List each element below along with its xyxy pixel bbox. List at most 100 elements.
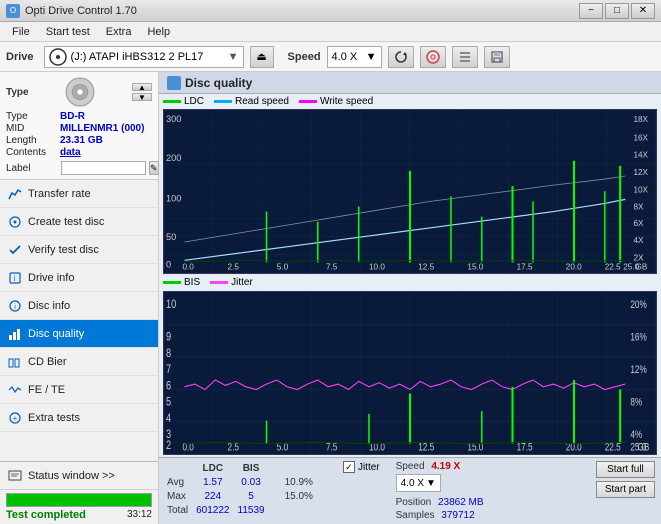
sidebar-item-cd-bier[interactable]: CD Bier xyxy=(0,348,158,376)
refresh-button[interactable] xyxy=(388,46,414,68)
max-label: Max xyxy=(167,491,194,503)
svg-text:6X: 6X xyxy=(633,219,644,228)
menu-extra[interactable]: Extra xyxy=(98,24,140,40)
ldc-legend-color xyxy=(163,100,181,103)
start-part-button[interactable]: Start part xyxy=(596,481,655,498)
speed-section: Speed 4.19 X 4.0 X ▼ Position 23862 MB S… xyxy=(396,461,484,521)
svg-text:12.5: 12.5 xyxy=(418,262,434,271)
label-edit-button[interactable]: ✎ xyxy=(149,161,159,175)
svg-text:10X: 10X xyxy=(633,185,648,194)
nav-label-cd-bier: CD Bier xyxy=(28,356,67,368)
refresh-icon xyxy=(394,50,408,64)
svg-text:200: 200 xyxy=(166,153,181,163)
status-window-label: Status window >> xyxy=(28,470,115,482)
svg-text:17.5: 17.5 xyxy=(517,262,533,271)
drive-icon xyxy=(49,48,67,66)
nav-label-verify-test-disc: Verify test disc xyxy=(28,244,99,256)
drive-selector[interactable]: (J:) ATAPI iHBS312 2 PL17 ▼ xyxy=(44,46,244,68)
close-button[interactable]: ✕ xyxy=(631,3,655,19)
svg-text:8: 8 xyxy=(166,346,171,360)
menu-start-test[interactable]: Start test xyxy=(38,24,98,40)
disc-panel-down[interactable]: ▼ xyxy=(132,93,152,101)
disc-icon2 xyxy=(426,50,440,64)
total-bis: 11539 xyxy=(238,505,271,517)
contents-value[interactable]: data xyxy=(60,147,81,158)
svg-text:4%: 4% xyxy=(630,429,642,441)
create-test-disc-icon xyxy=(8,215,22,229)
settings-button[interactable] xyxy=(452,46,478,68)
disc-button[interactable] xyxy=(420,46,446,68)
nav-label-transfer-rate: Transfer rate xyxy=(28,188,91,200)
status-window-button[interactable]: Status window >> xyxy=(0,462,158,490)
sidebar-item-drive-info[interactable]: i Drive info xyxy=(0,264,158,292)
jitter-label: Jitter xyxy=(358,462,380,473)
speed-dropdown-arrow: ▼ xyxy=(366,51,377,63)
svg-text:18X: 18X xyxy=(633,115,648,124)
svg-text:8%: 8% xyxy=(630,396,642,408)
disc-panel: Type ▲ ▼ Type BD-R MID MILLENM xyxy=(0,72,158,180)
max-jitter-val: 15.0% xyxy=(285,491,319,503)
max-ldc: 224 xyxy=(196,491,235,503)
stats-area: LDC BIS Avg 1.57 0.03 10.9% Max 224 5 xyxy=(159,457,661,524)
extra-tests-icon: + xyxy=(8,411,22,425)
stats-table: LDC BIS Avg 1.57 0.03 10.9% Max 224 5 xyxy=(165,461,329,519)
svg-text:20%: 20% xyxy=(630,299,647,311)
save-icon xyxy=(490,50,504,64)
svg-text:7.5: 7.5 xyxy=(326,262,338,271)
disc-quality-header-icon xyxy=(167,76,181,90)
speed-val: 4.19 X xyxy=(431,461,460,472)
sidebar-item-verify-test-disc[interactable]: Verify test disc xyxy=(0,236,158,264)
speed-col-label: Speed xyxy=(396,461,425,472)
total-ldc: 601222 xyxy=(196,505,235,517)
sidebar-item-extra-tests[interactable]: + Extra tests xyxy=(0,404,158,432)
length-label: Length xyxy=(6,135,58,146)
write-speed-legend-label: Write speed xyxy=(320,96,373,107)
svg-text:10: 10 xyxy=(166,298,176,312)
disc-section-title: Type xyxy=(6,87,29,98)
svg-text:5: 5 xyxy=(166,395,171,409)
length-value: 23.31 GB xyxy=(60,135,103,146)
menu-help[interactable]: Help xyxy=(139,24,178,40)
jitter-checkbox[interactable]: ✓ xyxy=(343,461,355,473)
sidebar-item-create-test-disc[interactable]: Create test disc xyxy=(0,208,158,236)
label-input[interactable] xyxy=(61,161,146,175)
nav-section: Transfer rate Create test disc Verify te… xyxy=(0,180,158,461)
eject-button[interactable]: ⏏ xyxy=(250,46,274,68)
settings-icon xyxy=(458,50,472,64)
sidebar-item-transfer-rate[interactable]: Transfer rate xyxy=(0,180,158,208)
fe-te-icon xyxy=(8,383,22,397)
menu-file[interactable]: File xyxy=(4,24,38,40)
save-button[interactable] xyxy=(484,46,510,68)
jitter-legend-color xyxy=(210,281,228,284)
disc-quality-header: Disc quality xyxy=(159,72,661,94)
position-label: Position xyxy=(396,497,432,508)
sidebar-item-disc-info[interactable]: i Disc info xyxy=(0,292,158,320)
svg-text:GB: GB xyxy=(638,441,650,453)
svg-text:+: + xyxy=(13,414,18,423)
start-full-button[interactable]: Start full xyxy=(596,461,655,478)
nav-label-disc-info: Disc info xyxy=(28,300,70,312)
svg-text:12%: 12% xyxy=(630,364,647,376)
sidebar-item-fe-te[interactable]: FE / TE xyxy=(0,376,158,404)
svg-text:16%: 16% xyxy=(630,331,647,343)
type-label: Type xyxy=(6,111,58,122)
svg-text:14X: 14X xyxy=(633,151,648,160)
disc-panel-up[interactable]: ▲ xyxy=(132,83,152,91)
maximize-button[interactable]: □ xyxy=(605,3,629,19)
progress-bar-inner xyxy=(7,494,151,506)
samples-val: 379712 xyxy=(441,510,474,521)
svg-text:6: 6 xyxy=(166,379,171,393)
speed-selector[interactable]: 4.0 X ▼ xyxy=(327,46,382,68)
speed-select-display[interactable]: 4.0 X ▼ xyxy=(396,474,441,492)
mid-value: MILLENMR1 (000) xyxy=(60,123,144,134)
sidebar-item-disc-quality[interactable]: Disc quality xyxy=(0,320,158,348)
top-chart: 300 200 100 50 0 18X 16X 14X 12X 10X 8X … xyxy=(163,109,657,274)
minimize-button[interactable]: − xyxy=(579,3,603,19)
nav-label-create-test-disc: Create test disc xyxy=(28,216,104,228)
avg-bis: 0.03 xyxy=(238,477,271,489)
nav-label-drive-info: Drive info xyxy=(28,272,74,284)
svg-text:15.0: 15.0 xyxy=(467,262,483,271)
write-speed-legend-color xyxy=(299,100,317,103)
bis-col-header: BIS xyxy=(238,463,271,475)
progress-area: Test completed 33:12 xyxy=(0,490,158,524)
